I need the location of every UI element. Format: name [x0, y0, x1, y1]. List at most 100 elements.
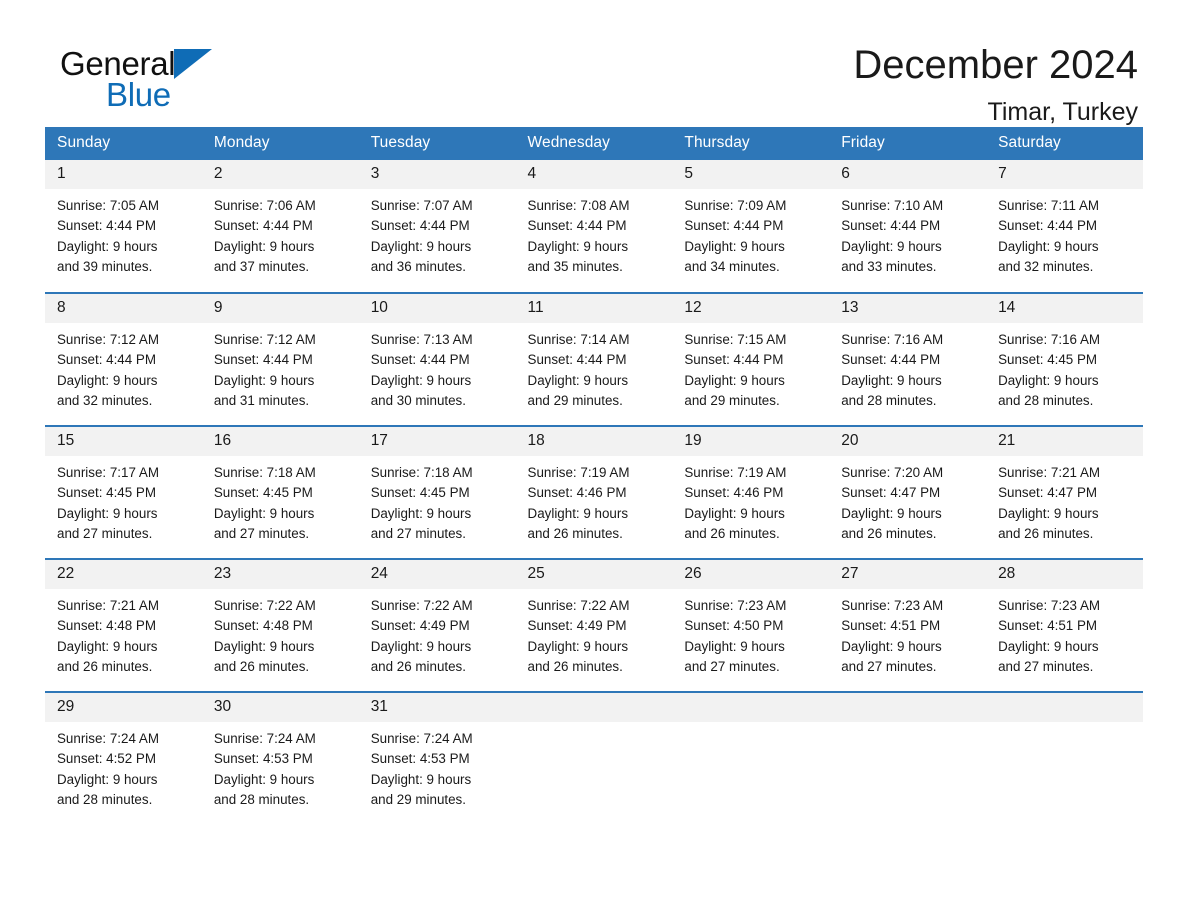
day-number: 26 — [672, 560, 830, 589]
daylight-text-line1: Daylight: 9 hours — [527, 638, 629, 654]
calendar-day-cell[interactable]: 11 Sunrise: 7:14 AM Sunset: 4:44 PM Dayligh… — [515, 292, 673, 426]
calendar-day-cell[interactable]: 23 Sunrise: 7:22 AM Sunset: 4:48 PM Dayligh… — [201, 558, 359, 692]
day-details: Sunrise: 7:07 AM Sunset: 4:44 PM Daylight:… — [359, 189, 516, 277]
calendar-day-cell[interactable]: 22 Sunrise: 7:21 AM Sunset: 4:48 PM Dayligh… — [45, 558, 202, 692]
daylight-text-line2: and 37 minutes. — [213, 258, 310, 274]
sunset-text: Sunset: 4:45 PM — [370, 485, 470, 501]
day-number: 3 — [358, 160, 516, 189]
sunrise-text: Sunrise: 7:10 AM — [841, 198, 944, 213]
sunrise-text: Sunrise: 7:20 AM — [841, 465, 944, 480]
day-details: Sunrise: 7:22 AM Sunset: 4:49 PM Daylight:… — [516, 589, 673, 677]
daylight-text-line2: and 29 minutes. — [527, 392, 623, 408]
day-details: Sunrise: 7:18 AM Sunset: 4:45 PM Daylight:… — [359, 456, 516, 544]
sunset-text: Sunset: 4:52 PM — [57, 751, 156, 767]
daylight-text-line2: and 27 minutes. — [213, 525, 310, 541]
calendar-day-cell[interactable]: 5 Sunrise: 7:09 AM Sunset: 4:44 PM Daylight… — [672, 160, 830, 293]
daylight-text-line2: and 33 minutes. — [841, 258, 937, 274]
sunset-text: Sunset: 4:44 PM — [841, 352, 941, 368]
calendar-day-cell[interactable]: 12 Sunrise: 7:15 AM Sunset: 4:44 PM Dayligh… — [672, 292, 830, 426]
sunset-text: Sunset: 4:44 PM — [370, 218, 470, 234]
calendar-day-cell[interactable]: 18 Sunrise: 7:19 AM Sunset: 4:46 PM Dayligh… — [515, 425, 673, 559]
calendar-day-cell[interactable]: 4 Sunrise: 7:08 AM Sunset: 4:44 PM Daylight… — [515, 160, 673, 293]
sunrise-text: Sunrise: 7:24 AM — [213, 731, 316, 746]
calendar-day-cell[interactable]: 1 Sunrise: 7:05 AM Sunset: 4:44 PM Daylight… — [45, 160, 202, 293]
calendar-day-cell[interactable]: 17 Sunrise: 7:18 AM Sunset: 4:45 PM Dayligh… — [358, 425, 516, 559]
calendar-day-cell[interactable]: 7 Sunrise: 7:11 AM Sunset: 4:44 PM Daylight… — [986, 160, 1143, 293]
day-number: 8 — [45, 294, 202, 323]
day-number: 2 — [201, 160, 359, 189]
sunset-text: Sunset: 4:49 PM — [527, 618, 627, 634]
sunset-text: Sunset: 4:46 PM — [527, 485, 627, 501]
calendar-day-cell[interactable]: 15 Sunrise: 7:17 AM Sunset: 4:45 PM Dayligh… — [45, 425, 202, 559]
day-number: 16 — [201, 427, 359, 456]
calendar-day-cell[interactable]: 31 Sunrise: 7:24 AM Sunset: 4:53 PM Dayligh… — [358, 691, 516, 825]
day-number: 24 — [358, 560, 516, 589]
day-details: Sunrise: 7:21 AM Sunset: 4:48 PM Daylight:… — [45, 589, 202, 677]
sunset-text: Sunset: 4:46 PM — [684, 485, 784, 501]
daylight-text-line2: and 28 minutes. — [841, 392, 937, 408]
sunrise-text: Sunrise: 7:19 AM — [527, 465, 630, 480]
sunrise-text: Sunrise: 7:13 AM — [370, 332, 473, 347]
calendar-day-cell[interactable]: 6 Sunrise: 7:10 AM Sunset: 4:44 PM Daylight… — [829, 160, 987, 293]
calendar-table: Sunday Monday Tuesday Wednesday Thursday… — [45, 127, 1143, 825]
generalblue-logo[interactable]: General Blue — [45, 42, 245, 118]
calendar-day-cell[interactable]: 20 Sunrise: 7:20 AM Sunset: 4:47 PM Dayligh… — [829, 425, 987, 559]
daylight-text-line2: and 26 minutes. — [57, 658, 153, 674]
weekday-header-monday: Monday — [201, 127, 359, 160]
daylight-text-line1: Daylight: 9 hours — [527, 238, 629, 254]
day-details: Sunrise: 7:08 AM Sunset: 4:44 PM Daylight:… — [516, 189, 673, 277]
calendar-day-cell[interactable]: 9 Sunrise: 7:12 AM Sunset: 4:44 PM Daylight… — [201, 292, 359, 426]
calendar-day-cell[interactable]: 16 Sunrise: 7:18 AM Sunset: 4:45 PM Dayligh… — [201, 425, 359, 559]
sunrise-text: Sunrise: 7:15 AM — [684, 332, 787, 347]
day-number: 7 — [986, 160, 1143, 189]
daylight-text-line2: and 26 minutes. — [841, 525, 937, 541]
sunset-text: Sunset: 4:53 PM — [213, 751, 313, 767]
day-details: Sunrise: 7:19 AM Sunset: 4:46 PM Daylight:… — [516, 456, 673, 544]
calendar-day-cell[interactable]: 8 Sunrise: 7:12 AM Sunset: 4:44 PM Daylight… — [45, 292, 202, 426]
calendar-day-cell[interactable]: 10 Sunrise: 7:13 AM Sunset: 4:44 PM Dayligh… — [358, 292, 516, 426]
day-number: 12 — [672, 294, 830, 323]
calendar-day-cell[interactable]: 28 Sunrise: 7:23 AM Sunset: 4:51 PM Dayligh… — [986, 558, 1143, 692]
day-number: 27 — [829, 560, 987, 589]
day-number: 5 — [672, 160, 830, 189]
sunrise-text: Sunrise: 7:12 AM — [213, 332, 316, 347]
daylight-text-line2: and 26 minutes. — [527, 525, 623, 541]
sunset-text: Sunset: 4:51 PM — [998, 618, 1098, 634]
daylight-text-line1: Daylight: 9 hours — [57, 238, 158, 254]
daylight-text-line1: Daylight: 9 hours — [57, 372, 158, 388]
calendar-day-cell[interactable]: 14 Sunrise: 7:16 AM Sunset: 4:45 PM Dayligh… — [986, 292, 1143, 426]
sunrise-text: Sunrise: 7:16 AM — [998, 332, 1101, 347]
day-details: Sunrise: 7:16 AM Sunset: 4:44 PM Daylight:… — [829, 323, 986, 411]
daylight-text-line1: Daylight: 9 hours — [213, 238, 315, 254]
day-details: Sunrise: 7:21 AM Sunset: 4:47 PM Daylight:… — [986, 456, 1143, 544]
calendar-week-row: 8 Sunrise: 7:12 AM Sunset: 4:44 PM Daylight… — [45, 292, 1143, 426]
day-number: 14 — [986, 294, 1143, 323]
daylight-text-line2: and 26 minutes. — [370, 658, 466, 674]
calendar-day-cell[interactable]: 30 Sunrise: 7:24 AM Sunset: 4:53 PM Dayligh… — [201, 691, 359, 825]
calendar-day-cell[interactable]: 29 Sunrise: 7:24 AM Sunset: 4:52 PM Dayligh… — [45, 691, 202, 825]
day-number: 4 — [515, 160, 673, 189]
calendar-day-cell[interactable]: 25 Sunrise: 7:22 AM Sunset: 4:49 PM Dayligh… — [515, 558, 673, 692]
calendar-day-cell[interactable]: 24 Sunrise: 7:22 AM Sunset: 4:49 PM Dayligh… — [358, 558, 516, 692]
calendar-day-cell[interactable]: 26 Sunrise: 7:23 AM Sunset: 4:50 PM Dayligh… — [672, 558, 830, 692]
sunrise-text: Sunrise: 7:12 AM — [57, 332, 159, 347]
sunrise-text: Sunrise: 7:17 AM — [57, 465, 159, 480]
calendar-day-cell[interactable]: 21 Sunrise: 7:21 AM Sunset: 4:47 PM Dayligh… — [986, 425, 1143, 559]
calendar-day-cell[interactable]: 2 Sunrise: 7:06 AM Sunset: 4:44 PM Daylight… — [201, 160, 359, 293]
sunset-text: Sunset: 4:44 PM — [527, 218, 627, 234]
daylight-text-line2: and 36 minutes. — [370, 258, 466, 274]
sunset-text: Sunset: 4:44 PM — [57, 352, 156, 368]
calendar-day-cell[interactable]: 19 Sunrise: 7:19 AM Sunset: 4:46 PM Dayligh… — [672, 425, 830, 559]
sunset-text: Sunset: 4:50 PM — [684, 618, 784, 634]
weekday-header-wednesday: Wednesday — [515, 127, 673, 160]
calendar-day-cell[interactable]: 3 Sunrise: 7:07 AM Sunset: 4:44 PM Daylight… — [358, 160, 516, 293]
daylight-text-line1: Daylight: 9 hours — [213, 771, 315, 787]
calendar-day-cell[interactable]: 13 Sunrise: 7:16 AM Sunset: 4:44 PM Dayligh… — [829, 292, 987, 426]
day-details: Sunrise: 7:17 AM Sunset: 4:45 PM Daylight:… — [45, 456, 202, 544]
calendar-day-cell[interactable]: 27 Sunrise: 7:23 AM Sunset: 4:51 PM Dayligh… — [829, 558, 987, 692]
daylight-text-line1: Daylight: 9 hours — [57, 638, 158, 654]
daylight-text-line2: and 32 minutes. — [998, 258, 1094, 274]
day-number: 17 — [358, 427, 516, 456]
day-details: Sunrise: 7:24 AM Sunset: 4:53 PM Daylight:… — [359, 722, 516, 810]
daylight-text-line2: and 29 minutes. — [684, 392, 780, 408]
